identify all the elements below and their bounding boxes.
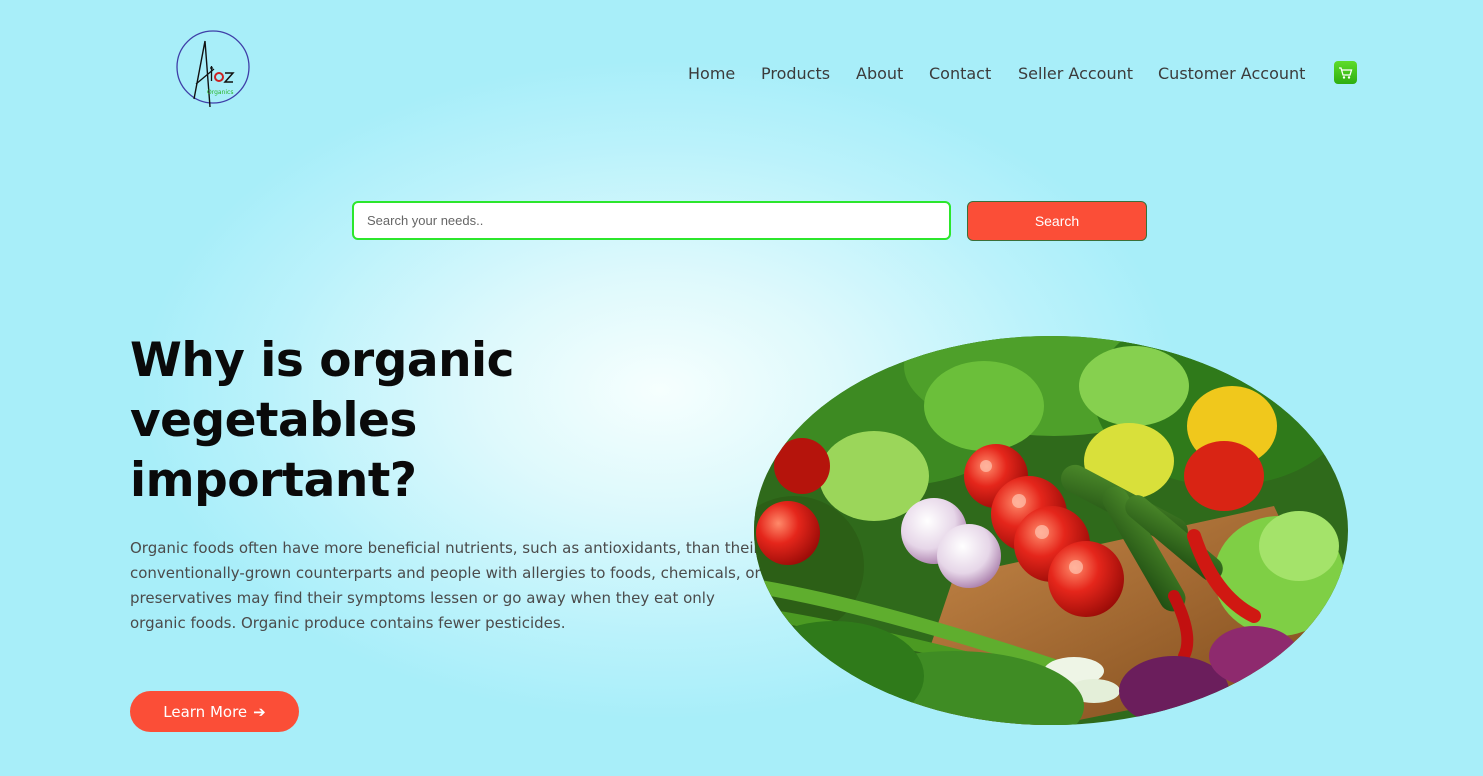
nav-link-home[interactable]: Home (688, 64, 735, 83)
hero-paragraph: Organic foods often have more beneficial… (130, 539, 761, 632)
learn-more-label: Learn More (163, 702, 248, 721)
search-input[interactable] (352, 201, 951, 240)
shopping-cart-icon (1339, 66, 1353, 79)
nav-link-products[interactable]: Products (761, 64, 830, 83)
learn-more-button[interactable]: Learn More ➔ (130, 691, 299, 732)
hero-title: Why is organic vegetables important? (130, 333, 515, 508)
arrow-right-icon: ➔ (253, 702, 266, 721)
search-button[interactable]: Search (967, 201, 1147, 241)
nav-link-about[interactable]: About (856, 64, 903, 83)
logo-subtext: Organics (207, 89, 233, 96)
vegetables-image (754, 336, 1348, 725)
brand-logo[interactable]: Organics (176, 29, 252, 109)
nav-link-contact[interactable]: Contact (929, 64, 991, 83)
cart-button[interactable] (1334, 61, 1357, 84)
nav-link-seller-account[interactable]: Seller Account (1018, 64, 1133, 83)
nav-link-customer-account[interactable]: Customer Account (1158, 64, 1305, 83)
